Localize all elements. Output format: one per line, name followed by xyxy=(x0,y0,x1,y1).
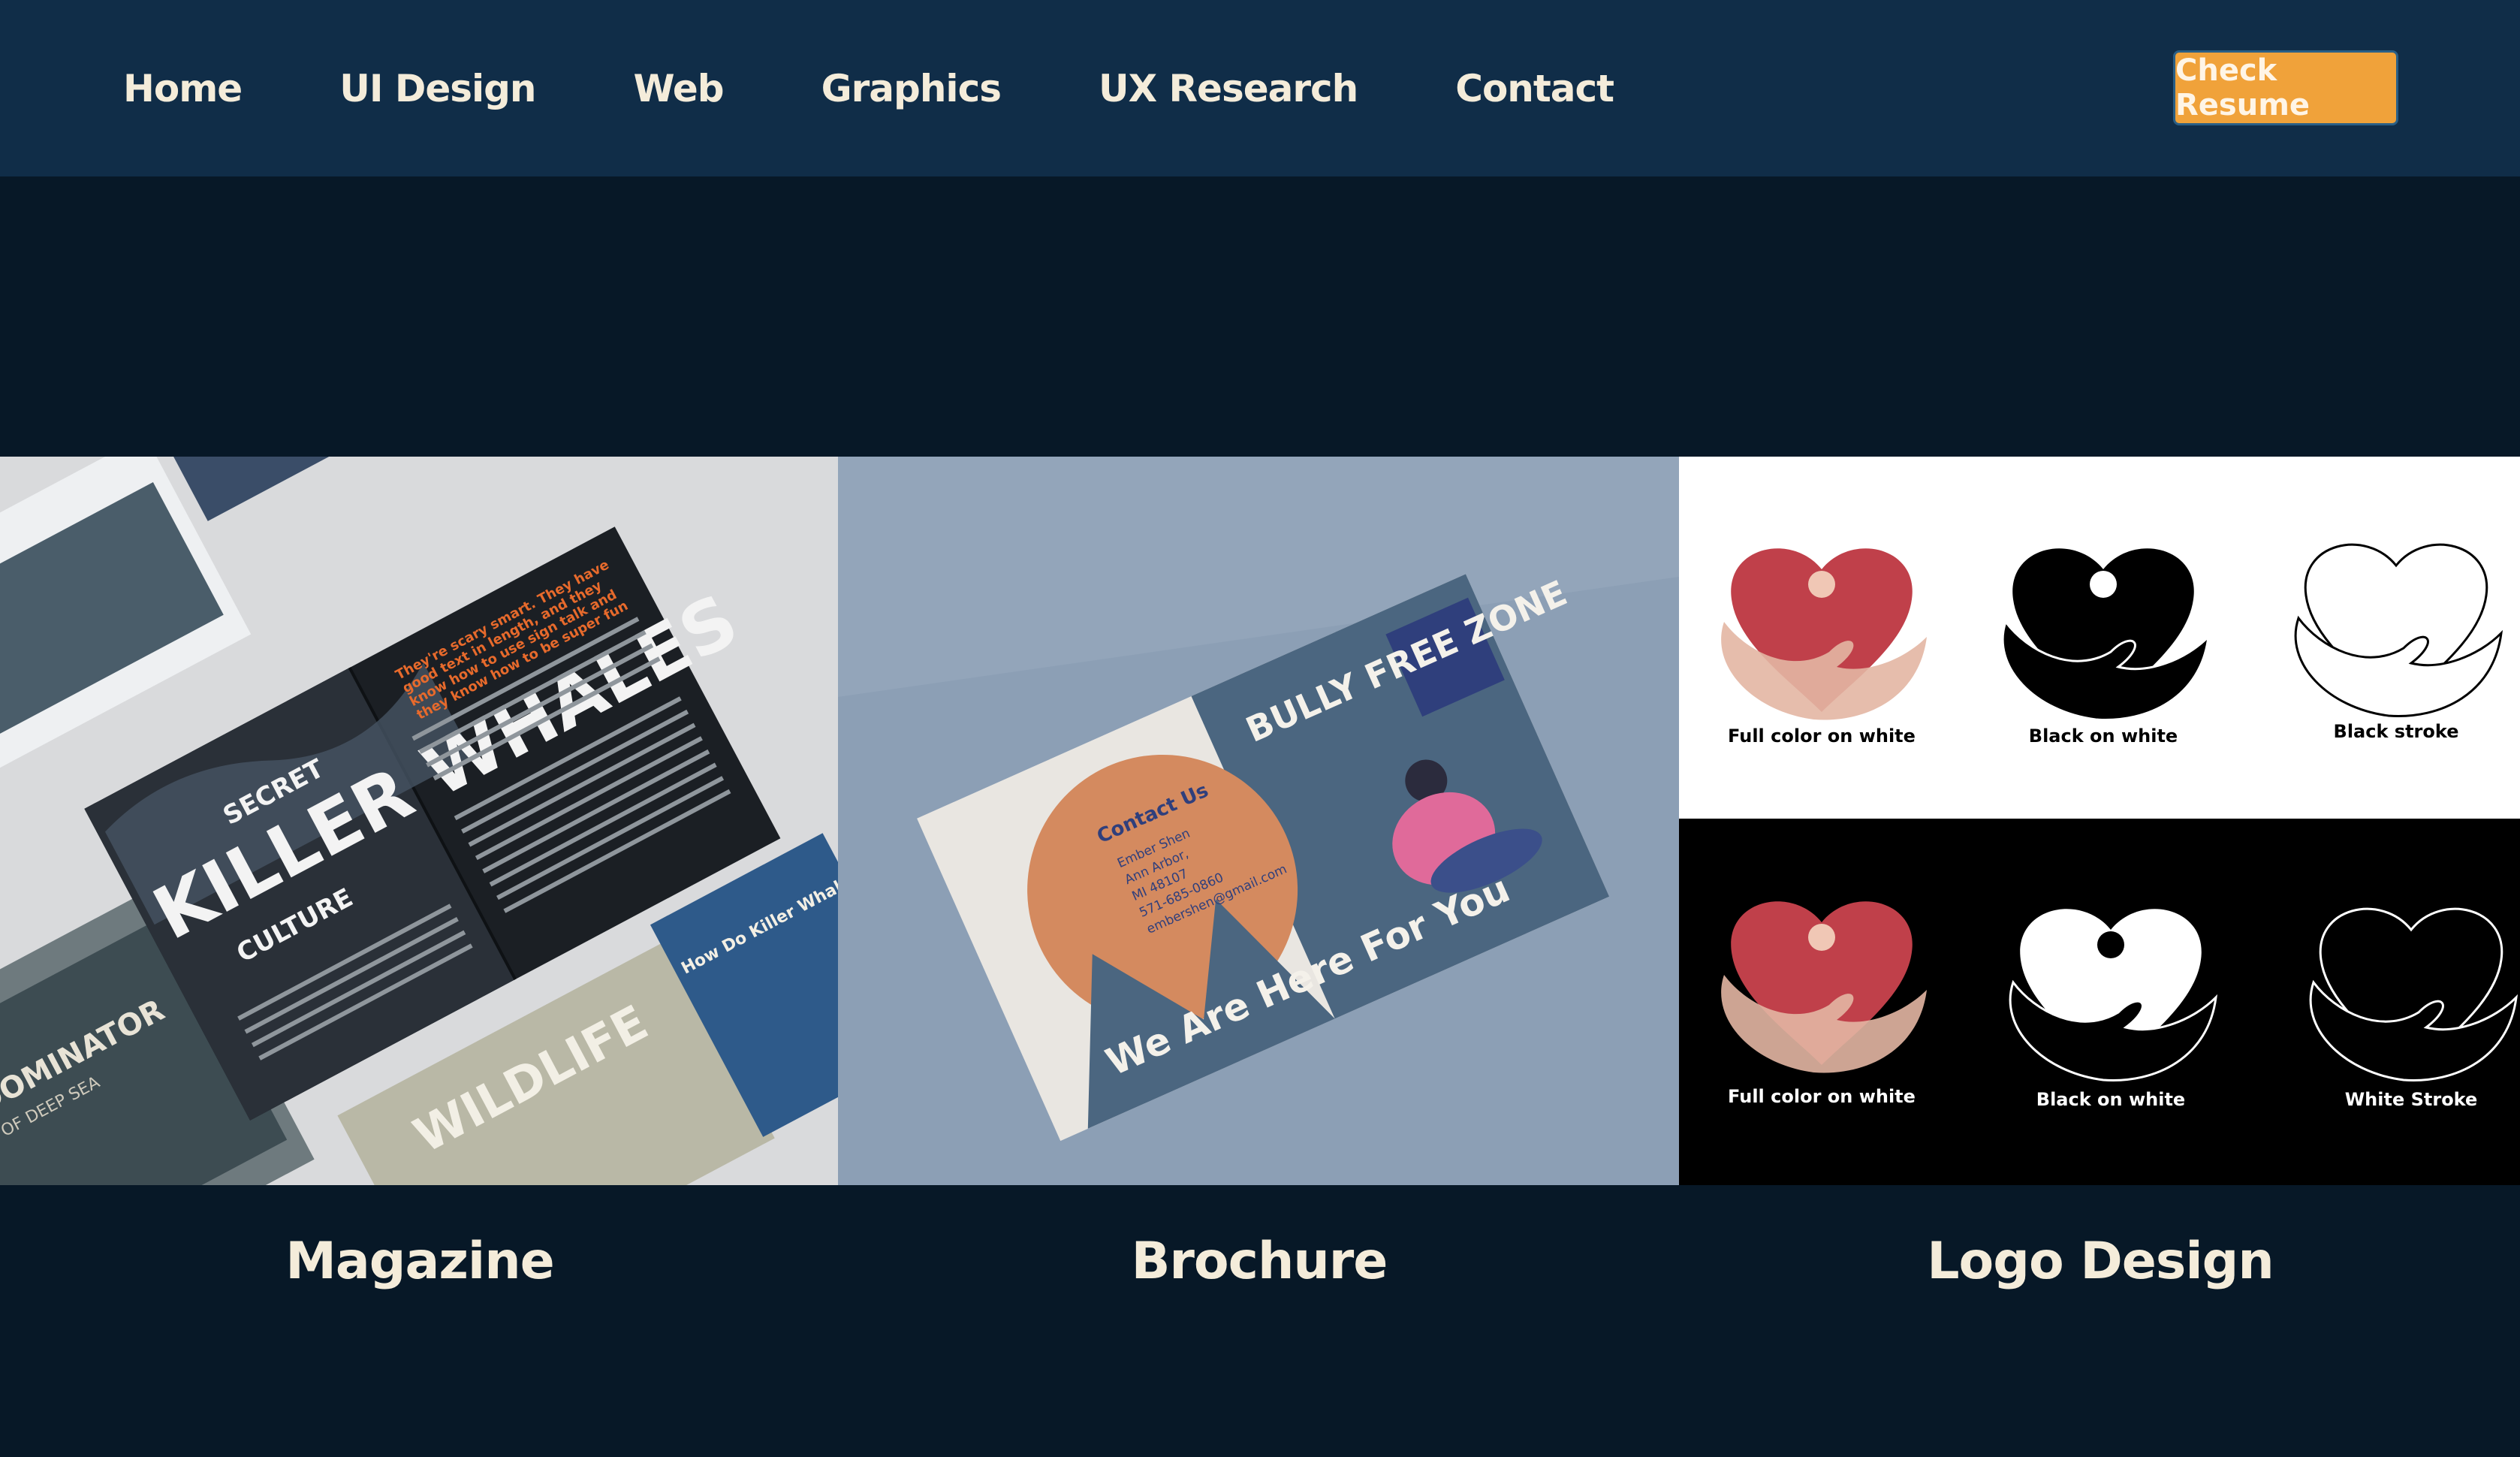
logo-label-top-3: Black stroke xyxy=(2334,721,2459,742)
logo-label-bottom-1: Full color on white xyxy=(1728,1086,1916,1107)
caption-brochure[interactable]: Brochure xyxy=(839,1232,1679,1291)
nav-contact[interactable]: Contact xyxy=(1455,59,1614,119)
heart-logo-black-top xyxy=(2001,548,2210,721)
logo-design-image: Full color on white Black on white Black… xyxy=(1679,457,2520,1185)
logo-label-bottom-3: White Stroke xyxy=(2345,1089,2478,1110)
magazine-image: DOMINATOR OF DEEP SEA WILDLIFE How Do Ki… xyxy=(0,457,838,1185)
graphics-gallery: DOMINATOR OF DEEP SEA WILDLIFE How Do Ki… xyxy=(0,457,2520,1185)
nav-home[interactable]: Home xyxy=(123,59,243,119)
brochure-image: We Are Here For You BULLY FREE ZONE Cont… xyxy=(838,457,1679,1185)
top-navbar: Home UI Design Web Graphics UX Research … xyxy=(0,0,2520,176)
caption-logo-design[interactable]: Logo Design xyxy=(1681,1232,2520,1291)
nav-web[interactable]: Web xyxy=(634,59,725,119)
logo-design-card[interactable]: Full color on white Black on white Black… xyxy=(1679,457,2520,1185)
nav-ui-design[interactable]: UI Design xyxy=(339,59,536,119)
nav-links: Home UI Design Web Graphics UX Research … xyxy=(123,59,1711,119)
magazine-card[interactable]: DOMINATOR OF DEEP SEA WILDLIFE How Do Ki… xyxy=(0,457,838,1185)
heart-logo-color-top xyxy=(1721,548,1927,720)
caption-magazine[interactable]: Magazine xyxy=(0,1232,839,1291)
heart-logo-white-bottom xyxy=(2009,909,2217,1081)
heart-logo-color-bottom xyxy=(1721,901,1927,1073)
logo-label-top-2: Black on white xyxy=(2029,725,2178,747)
nav-ux-research[interactable]: UX Research xyxy=(1099,59,1358,119)
logo-label-top-1: Full color on white xyxy=(1728,725,1916,747)
check-resume-button[interactable]: Check Resume xyxy=(2173,50,2398,125)
nav-graphics[interactable]: Graphics xyxy=(821,59,1002,119)
logo-label-bottom-2: Black on white xyxy=(2036,1089,2185,1110)
brochure-card[interactable]: We Are Here For You BULLY FREE ZONE Cont… xyxy=(838,457,1679,1185)
